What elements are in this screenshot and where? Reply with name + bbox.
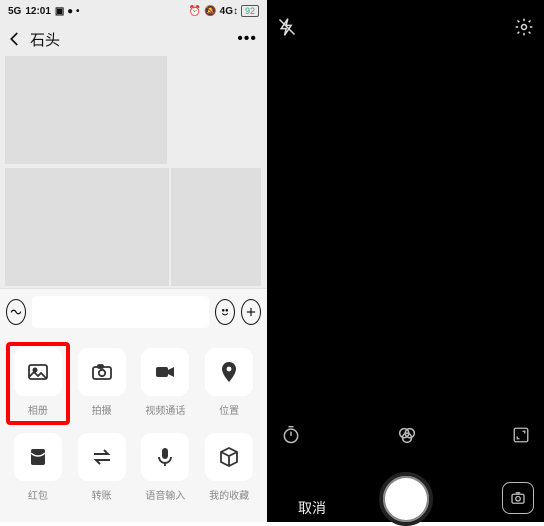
- shutter-button[interactable]: [379, 472, 433, 526]
- cancel-button[interactable]: 取消: [267, 498, 357, 518]
- grid-item-album[interactable]: 相册: [6, 342, 70, 425]
- camera-top-bar: [267, 0, 544, 48]
- grid-item-favorites[interactable]: 我的收藏: [205, 433, 253, 502]
- shutter-row: 取消: [267, 458, 544, 522]
- flash-off-icon[interactable]: [277, 17, 297, 37]
- mic-icon: [141, 433, 189, 481]
- grid-label: 语音输入: [145, 487, 185, 502]
- alarm-icon: ⏰: [189, 6, 201, 17]
- voice-input-toggle[interactable]: [6, 299, 26, 325]
- grid-item-location[interactable]: 位置: [205, 348, 253, 417]
- status-left: 5G 12:01 ▣ ● •: [8, 6, 79, 17]
- grid-item-video-call[interactable]: 视频通话: [141, 348, 189, 417]
- camera-pane: 取消: [267, 0, 544, 522]
- input-bar: [0, 288, 267, 334]
- grid-label: 视频通话: [145, 402, 185, 417]
- wechat-chat-pane: 5G 12:01 ▣ ● • ⏰ 🔕 4G↕ 92 石头 •••: [0, 0, 267, 522]
- grid-item-camera[interactable]: 拍摄: [78, 348, 126, 417]
- grid-label: 拍摄: [92, 402, 112, 417]
- back-button[interactable]: [6, 30, 24, 48]
- grid-item-transfer[interactable]: 转账: [78, 433, 126, 502]
- chat-header: 石头 •••: [0, 22, 267, 56]
- status-right: ⏰ 🔕 4G↕ 92: [189, 5, 259, 17]
- switch-camera-button[interactable]: [502, 482, 534, 514]
- album-icon: [14, 348, 62, 396]
- envelope-icon: [14, 433, 62, 481]
- grid-item-voice-input[interactable]: 语音输入: [141, 433, 189, 502]
- timer-icon[interactable]: [281, 425, 301, 445]
- settings-icon[interactable]: [514, 17, 534, 37]
- filter-icon[interactable]: [396, 424, 418, 446]
- battery-level: 92: [241, 5, 259, 17]
- status-bar: 5G 12:01 ▣ ● • ⏰ 🔕 4G↕ 92: [0, 0, 267, 22]
- chat-title: 石头: [30, 29, 237, 50]
- status-time: 12:01: [25, 6, 51, 17]
- more-button[interactable]: •••: [237, 30, 261, 48]
- grid-label: 转账: [92, 487, 112, 502]
- grid-label: 位置: [219, 402, 239, 417]
- emoji-button[interactable]: [215, 299, 235, 325]
- location-icon: [205, 348, 253, 396]
- grid-item-red-packet[interactable]: 红包: [14, 433, 62, 502]
- dnd-icon: 🔕: [204, 6, 216, 17]
- chat-body[interactable]: [0, 56, 267, 288]
- camera-controls: [267, 420, 544, 450]
- image-message[interactable]: [5, 168, 169, 286]
- transfer-icon: [78, 433, 126, 481]
- attachment-grid: 相册 拍摄 视频通话 位置 红包: [0, 334, 267, 522]
- network-icon: 4G↕: [220, 6, 238, 17]
- status-dots-icon: ▣ ● •: [55, 6, 80, 17]
- grid-label: 相册: [28, 402, 48, 417]
- image-message[interactable]: [171, 168, 261, 286]
- image-message[interactable]: [5, 56, 167, 164]
- fullscreen-icon[interactable]: [512, 426, 530, 444]
- grid-label: 红包: [28, 487, 48, 502]
- message-input[interactable]: [32, 296, 209, 328]
- grid-label: 我的收藏: [209, 487, 249, 502]
- cube-icon: [205, 433, 253, 481]
- plus-button[interactable]: [241, 299, 261, 325]
- signal-icon: 5G: [8, 6, 21, 17]
- video-icon: [141, 348, 189, 396]
- camera-icon: [78, 348, 126, 396]
